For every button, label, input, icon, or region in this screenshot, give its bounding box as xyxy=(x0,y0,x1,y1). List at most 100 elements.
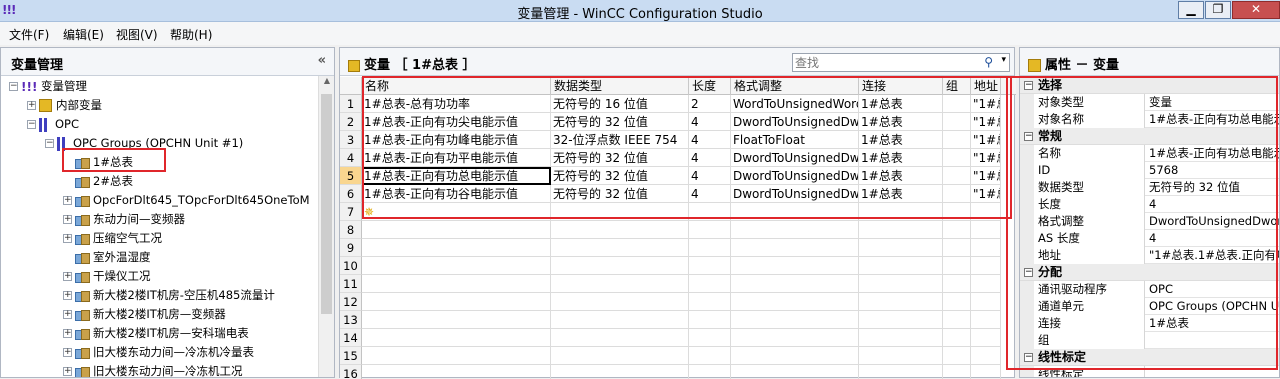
table-cell[interactable]: ✵ xyxy=(362,203,551,221)
menu-file[interactable]: 文件(F) xyxy=(9,26,49,43)
search-input[interactable] xyxy=(795,55,975,70)
row-header[interactable]: 13 xyxy=(340,311,362,329)
table-cell[interactable] xyxy=(551,329,689,347)
property-row[interactable]: 地址 "1#总表.1#总表.正向有功 xyxy=(1020,247,1279,264)
property-row[interactable]: 对象名称 1#总表-正向有功总电能示 xyxy=(1020,111,1279,128)
table-cell[interactable]: "1#总 xyxy=(971,113,1001,131)
table-cell[interactable] xyxy=(689,293,731,311)
table-cell[interactable]: "1#总 xyxy=(971,95,1001,113)
expand-toggle-icon[interactable]: − xyxy=(45,139,54,148)
table-cell[interactable]: 1#总表-正向有功峰电能示值 xyxy=(362,131,551,149)
table-cell[interactable]: FloatToFloat xyxy=(731,131,859,149)
table-cell[interactable] xyxy=(362,365,551,379)
expand-toggle-icon[interactable]: + xyxy=(63,196,72,205)
row-header[interactable]: 6 xyxy=(340,185,362,203)
tree-node[interactable]: − OPC xyxy=(27,115,79,134)
table-cell[interactable] xyxy=(551,257,689,275)
table-cell[interactable] xyxy=(362,311,551,329)
table-cell[interactable] xyxy=(362,329,551,347)
table-cell[interactable] xyxy=(551,293,689,311)
menu-view[interactable]: 视图(V) xyxy=(116,26,158,43)
table-cell[interactable]: DwordToUnsignedDword xyxy=(731,185,859,203)
table-cell[interactable]: DwordToUnsignedDword xyxy=(731,167,859,185)
tree-node[interactable]: 2#总表 xyxy=(63,172,133,191)
property-value[interactable]: 1#总表-正向有功总电能示 xyxy=(1146,111,1279,128)
expand-toggle-icon[interactable]: + xyxy=(63,234,72,243)
column-header[interactable]: 地址 xyxy=(971,77,1001,95)
table-cell[interactable] xyxy=(943,221,971,239)
table-cell[interactable] xyxy=(689,347,731,365)
table-cell[interactable] xyxy=(943,149,971,167)
chevron-down-icon[interactable]: ▾ xyxy=(1001,55,1006,65)
table-cell[interactable] xyxy=(731,221,859,239)
table-cell[interactable] xyxy=(731,239,859,257)
table-cell[interactable]: "1#总 xyxy=(971,167,1001,185)
table-cell[interactable]: "1#总 xyxy=(971,131,1001,149)
table-cell[interactable] xyxy=(551,239,689,257)
table-cell[interactable] xyxy=(731,203,859,221)
property-row[interactable]: 线性标定 xyxy=(1020,366,1279,377)
table-cell[interactable] xyxy=(943,293,971,311)
table-cell[interactable] xyxy=(551,221,689,239)
table-cell[interactable] xyxy=(971,275,1001,293)
row-header[interactable]: 8 xyxy=(340,221,362,239)
scroll-up-icon[interactable]: ▲ xyxy=(319,76,335,92)
property-value[interactable] xyxy=(1146,366,1279,377)
table-cell[interactable] xyxy=(551,275,689,293)
tree-node[interactable]: −!!! 变量管理 xyxy=(9,77,87,96)
table-cell[interactable] xyxy=(731,275,859,293)
expand-toggle-icon[interactable]: + xyxy=(63,367,72,376)
table-cell[interactable] xyxy=(971,203,1001,221)
table-cell[interactable] xyxy=(551,347,689,365)
expand-toggle-icon[interactable]: + xyxy=(27,101,36,110)
table-cell[interactable] xyxy=(689,329,731,347)
tree-node[interactable]: + 旧大楼东动力间—冷冻机工况 xyxy=(63,362,243,377)
column-header[interactable]: 长度 xyxy=(689,77,731,95)
table-cell[interactable] xyxy=(859,329,943,347)
scroll-thumb[interactable] xyxy=(321,94,332,314)
table-cell[interactable] xyxy=(731,329,859,347)
table-cell[interactable] xyxy=(731,311,859,329)
table-cell[interactable] xyxy=(859,257,943,275)
tree-node[interactable]: 室外温湿度 xyxy=(63,248,151,267)
table-cell[interactable]: 4 xyxy=(689,131,731,149)
table-cell[interactable] xyxy=(943,203,971,221)
table-cell[interactable] xyxy=(971,347,1001,365)
table-cell[interactable] xyxy=(689,221,731,239)
property-row[interactable]: 格式调整 DwordToUnsignedDword xyxy=(1020,213,1279,230)
expand-toggle-icon[interactable]: + xyxy=(63,310,72,319)
table-cell[interactable] xyxy=(943,185,971,203)
table-cell[interactable]: 32-位浮点数 IEEE 754 xyxy=(551,131,689,149)
table-cell[interactable] xyxy=(943,257,971,275)
table-cell[interactable] xyxy=(689,311,731,329)
property-category[interactable]: − 线性标定 xyxy=(1020,349,1279,366)
table-cell[interactable]: 无符号的 32 位值 xyxy=(551,149,689,167)
table-cell[interactable]: 4 xyxy=(689,185,731,203)
table-cell[interactable]: 4 xyxy=(689,149,731,167)
property-row[interactable]: 对象类型 变量 xyxy=(1020,94,1279,111)
property-row[interactable]: 长度 4 xyxy=(1020,196,1279,213)
column-header[interactable]: 组 xyxy=(943,77,971,95)
row-header[interactable]: 11 xyxy=(340,275,362,293)
table-cell[interactable] xyxy=(971,239,1001,257)
collapse-toggle-icon[interactable]: − xyxy=(1024,353,1033,362)
table-cell[interactable] xyxy=(689,203,731,221)
restore-button[interactable]: ❐ xyxy=(1205,1,1231,19)
property-value[interactable]: 1#总表-正向有功总电能示 xyxy=(1146,145,1279,162)
property-row[interactable]: ID 5768 xyxy=(1020,162,1279,179)
property-value[interactable]: 1#总表 xyxy=(1146,315,1279,332)
table-cell[interactable] xyxy=(859,347,943,365)
expand-toggle-icon[interactable]: + xyxy=(63,272,72,281)
table-cell[interactable] xyxy=(362,347,551,365)
table-cell[interactable] xyxy=(943,95,971,113)
table-cell[interactable]: DwordToUnsignedDword xyxy=(731,113,859,131)
table-cell[interactable]: 1#总表-正向有功总电能示值 xyxy=(362,167,551,185)
table-cell[interactable] xyxy=(971,311,1001,329)
row-header[interactable]: 2 xyxy=(340,113,362,131)
table-cell[interactable]: 1#总表 xyxy=(859,167,943,185)
row-header[interactable]: 1 xyxy=(340,95,362,113)
property-value[interactable] xyxy=(1146,332,1279,349)
tree-node[interactable]: + 旧大楼东动力间—冷冻机冷量表 xyxy=(63,343,254,362)
table-cell[interactable] xyxy=(943,329,971,347)
table-cell[interactable] xyxy=(362,293,551,311)
